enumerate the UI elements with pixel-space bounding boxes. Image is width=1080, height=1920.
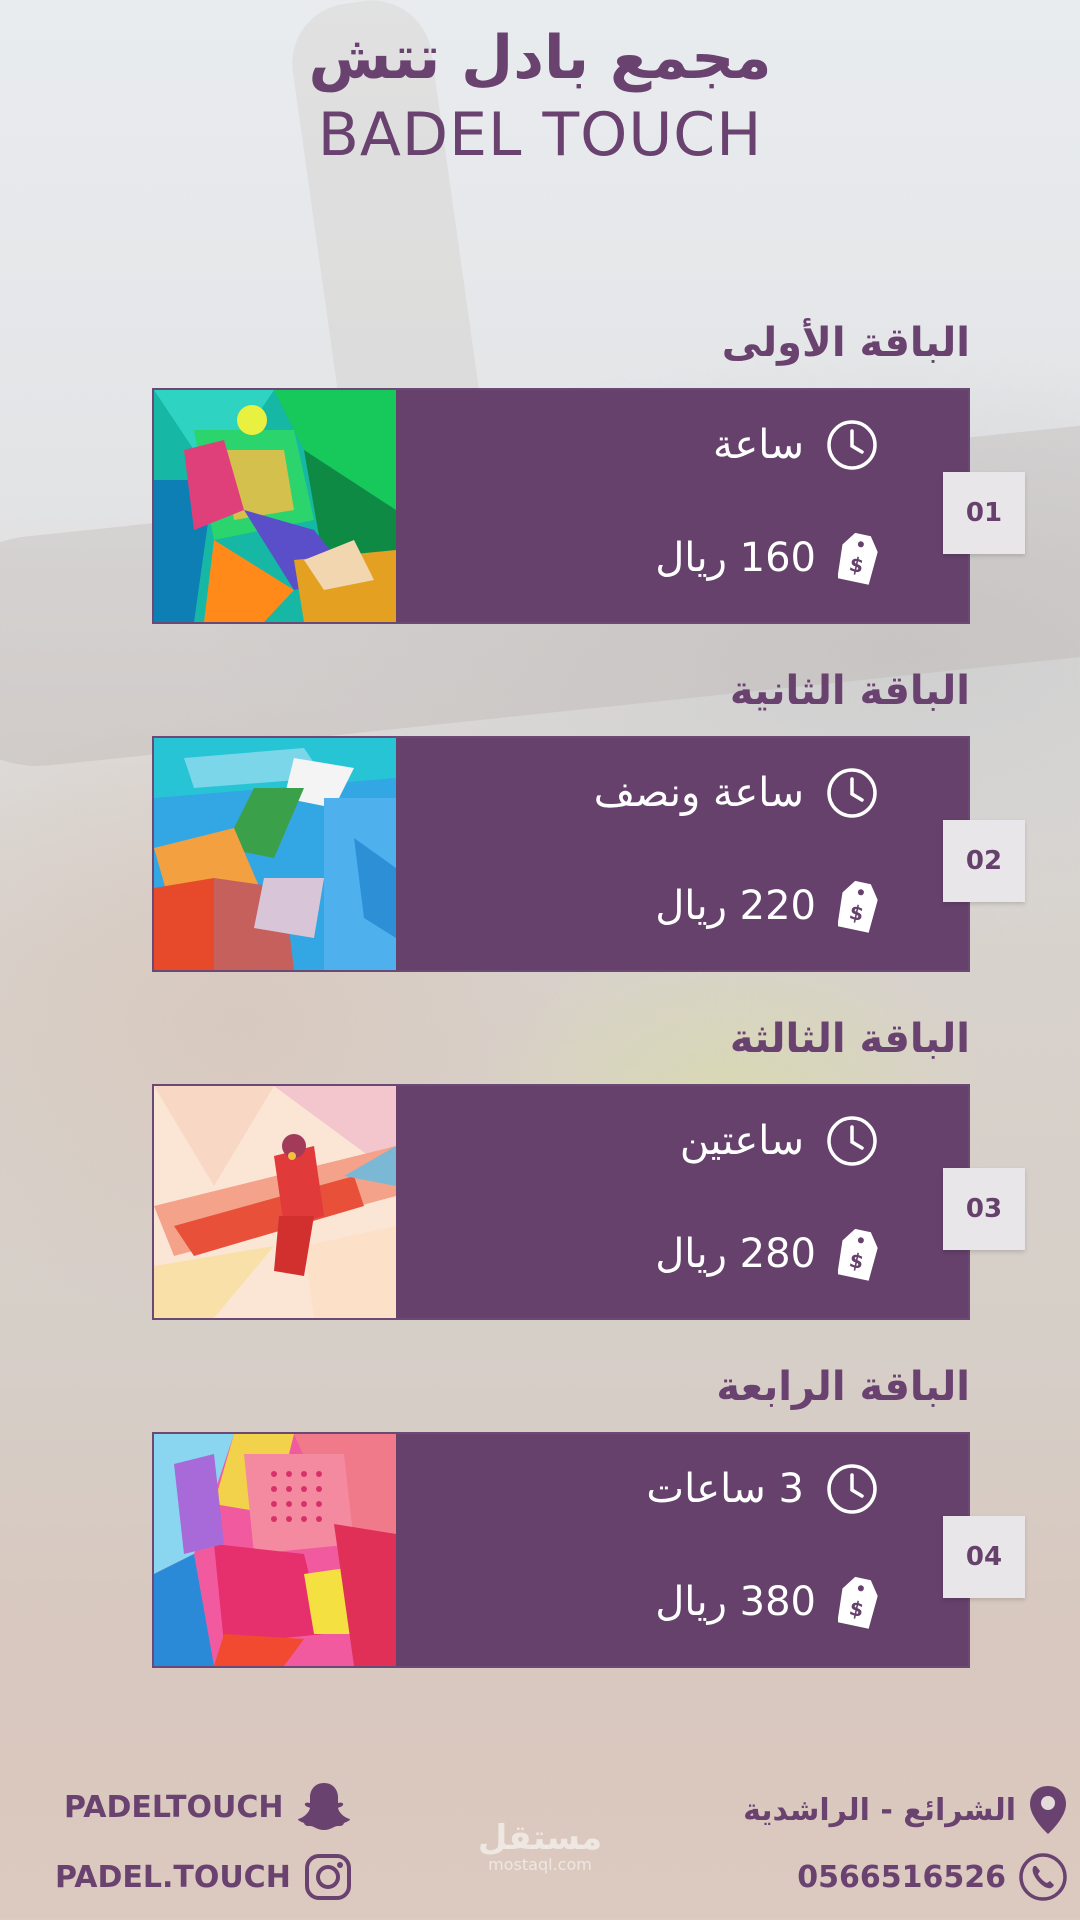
watermark-text-en: mostaql.com <box>488 1855 592 1874</box>
package-4-image <box>154 1434 396 1666</box>
package-1-image <box>154 390 396 622</box>
package-4-duration-row: 3 ساعات <box>646 1459 878 1519</box>
package-4-duration: 3 ساعات <box>646 1466 804 1512</box>
package-1-card: ساعة 160 ريال $ <box>152 388 970 624</box>
footer-snapchat[interactable]: PADELTOUCH <box>64 1780 353 1834</box>
package-1-price: 160 ريال <box>655 535 816 581</box>
package-4-number-badge: 04 <box>943 1516 1025 1598</box>
watermark-text-ar: مستقل <box>477 1818 603 1858</box>
package-3-price: 280 ريال <box>655 1231 816 1277</box>
package-4-price: 380 ريال <box>655 1579 816 1625</box>
package-4-title: الباقة الرابعة <box>716 1364 970 1410</box>
clock-icon <box>827 1464 877 1514</box>
phone-icon <box>1019 1853 1067 1901</box>
package-3-card: ساعتين 280 ريال $ <box>152 1084 970 1320</box>
package-2-title: الباقة الثانية <box>729 668 970 714</box>
footer-instagram[interactable]: PADEL.TOUCH <box>55 1852 353 1902</box>
clock-icon <box>827 1116 877 1166</box>
package-2-number-badge: 02 <box>943 820 1025 902</box>
package-2-price-row: 220 ريال $ <box>655 876 878 936</box>
package-1-duration-row: ساعة <box>713 415 878 475</box>
package-3-title: الباقة الثالثة <box>729 1016 970 1062</box>
phone-text[interactable]: 0566516526 <box>797 1860 1006 1895</box>
clock-icon <box>827 420 877 470</box>
package-2-card: ساعة ونصف 220 ريال $ <box>152 736 970 972</box>
page-title-english: BADEL TOUCH <box>317 100 763 170</box>
location-text: الشرائع - الراشدية <box>743 1792 1016 1828</box>
package-2-duration-row: ساعة ونصف <box>594 763 878 823</box>
package-1-duration: ساعة <box>712 422 804 468</box>
price-tag-icon: $ <box>838 532 878 585</box>
package-4-card: 3 ساعات 380 ريال $ <box>152 1432 970 1668</box>
package-1-price-row: 160 ريال $ <box>655 528 878 588</box>
instagram-icon <box>304 1854 351 1900</box>
instagram-handle[interactable]: PADEL.TOUCH <box>55 1860 291 1895</box>
snapchat-icon <box>298 1783 351 1830</box>
location-pin-icon <box>1030 1786 1066 1834</box>
package-2-image <box>154 738 396 970</box>
footer-phone[interactable]: 0566516526 <box>797 1852 1068 1902</box>
package-3-price-row: 280 ريال $ <box>655 1224 878 1284</box>
package-2-price: 220 ريال <box>655 883 816 929</box>
clock-icon <box>827 768 877 818</box>
package-1-title: الباقة الأولى <box>721 320 970 366</box>
package-3-duration-row: ساعتين <box>680 1111 878 1171</box>
package-4-price-row: 380 ريال $ <box>655 1572 878 1632</box>
price-tag-icon: $ <box>838 880 878 933</box>
package-1-number-badge: 01 <box>943 472 1025 554</box>
package-3-duration: ساعتين <box>679 1118 804 1164</box>
footer-location: الشرائع - الراشدية <box>743 1784 1068 1836</box>
package-3-number-badge: 03 <box>943 1168 1025 1250</box>
price-tag-icon: $ <box>838 1228 878 1281</box>
package-2-duration: ساعة ونصف <box>593 770 804 816</box>
package-3-image <box>154 1086 396 1318</box>
page-title-arabic: مجمع بادل تتش <box>308 23 772 93</box>
snapchat-handle[interactable]: PADELTOUCH <box>64 1790 283 1825</box>
price-tag-icon: $ <box>838 1576 878 1629</box>
watermark: مستقل mostaql.com <box>470 1820 610 1874</box>
